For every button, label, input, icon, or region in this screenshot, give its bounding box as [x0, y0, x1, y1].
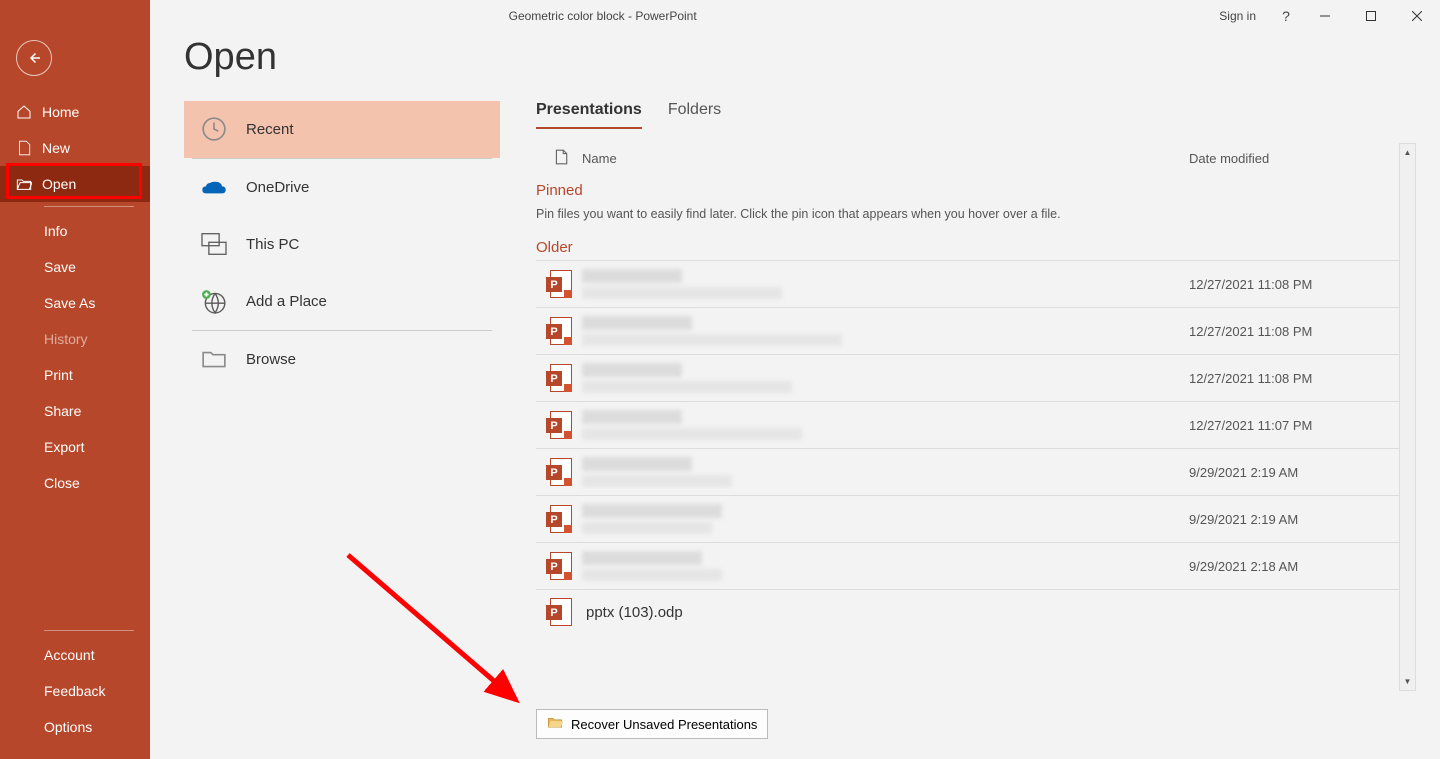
- vertical-scrollbar[interactable]: ▲ ▼: [1399, 143, 1416, 691]
- file-date: 12/27/2021 11:08 PM: [1189, 324, 1399, 339]
- open-icon: [16, 176, 32, 192]
- add-place-icon: [200, 287, 228, 315]
- file-list: Name Date modified Pinned Pin files you …: [536, 143, 1399, 691]
- tab-folders[interactable]: Folders: [668, 101, 721, 129]
- location-thispc-label: This PC: [246, 236, 299, 253]
- recover-unsaved-button[interactable]: Recover Unsaved Presentations: [536, 709, 768, 739]
- main-content: Open Recent OneDrive: [150, 0, 1440, 759]
- nav-home[interactable]: Home: [0, 94, 150, 130]
- onedrive-icon: [200, 173, 228, 201]
- file-date: 9/29/2021 2:19 AM: [1189, 465, 1399, 480]
- nav-open-label: Open: [42, 176, 76, 192]
- file-info: [582, 269, 1189, 299]
- divider: [44, 630, 134, 631]
- files-panel: Presentations Folders Name Date mo: [536, 101, 1416, 759]
- titlebar: Geometric color block - PowerPoint Sign …: [0, 0, 1440, 32]
- maximize-button[interactable]: [1348, 0, 1394, 32]
- close-button[interactable]: [1394, 0, 1440, 32]
- location-onedrive-label: OneDrive: [246, 179, 309, 196]
- nav-history: History: [0, 321, 150, 357]
- powerpoint-file-icon: P: [536, 552, 582, 580]
- column-date[interactable]: Date modified: [1189, 151, 1399, 166]
- file-icon-header: [554, 149, 568, 168]
- powerpoint-file-icon: P: [536, 505, 582, 533]
- section-pinned-hint: Pin files you want to easily find later.…: [536, 203, 1399, 235]
- divider: [44, 206, 134, 207]
- file-row[interactable]: P 12/27/2021 11:08 PM: [536, 307, 1399, 354]
- nav-export[interactable]: Export: [0, 429, 150, 465]
- page-title: Open: [184, 36, 1416, 79]
- nav-close[interactable]: Close: [0, 465, 150, 501]
- section-pinned: Pinned: [536, 178, 1399, 203]
- nav-account[interactable]: Account: [0, 637, 150, 673]
- file-name: pptx (103).odp: [582, 604, 1189, 621]
- new-icon: [16, 140, 32, 156]
- back-button[interactable]: [16, 40, 52, 76]
- file-row[interactable]: P pptx (103).odp: [536, 589, 1399, 634]
- location-recent[interactable]: Recent: [184, 101, 500, 158]
- powerpoint-file-icon: P: [536, 317, 582, 345]
- file-row[interactable]: P 12/27/2021 11:08 PM: [536, 354, 1399, 401]
- recover-unsaved-label: Recover Unsaved Presentations: [571, 717, 757, 732]
- this-pc-icon: [200, 230, 228, 258]
- home-icon: [16, 104, 32, 120]
- location-recent-label: Recent: [246, 121, 294, 138]
- location-add-place[interactable]: Add a Place: [184, 273, 500, 330]
- folder-open-icon: [547, 716, 563, 732]
- nav-home-label: Home: [42, 104, 79, 120]
- nav-options[interactable]: Options: [0, 709, 150, 745]
- powerpoint-file-icon: P: [536, 364, 582, 392]
- window-title: Geometric color block - PowerPoint: [0, 9, 1205, 23]
- file-row[interactable]: P 12/27/2021 11:07 PM: [536, 401, 1399, 448]
- file-list-header: Name Date modified: [536, 143, 1399, 178]
- file-info: [582, 504, 1189, 534]
- minimize-button[interactable]: [1302, 0, 1348, 32]
- sign-in-link[interactable]: Sign in: [1205, 9, 1270, 23]
- nav-save-as[interactable]: Save As: [0, 285, 150, 321]
- clock-icon: [200, 115, 228, 143]
- file-date: 9/29/2021 2:18 AM: [1189, 559, 1399, 574]
- nav-info[interactable]: Info: [0, 213, 150, 249]
- file-row[interactable]: P 9/29/2021 2:19 AM: [536, 448, 1399, 495]
- open-locations: Recent OneDrive This PC: [184, 101, 500, 759]
- tab-presentations[interactable]: Presentations: [536, 101, 642, 129]
- powerpoint-file-icon: P: [536, 458, 582, 486]
- location-onedrive[interactable]: OneDrive: [184, 159, 500, 216]
- section-older: Older: [536, 235, 1399, 260]
- location-browse-label: Browse: [246, 351, 296, 368]
- nav-feedback[interactable]: Feedback: [0, 673, 150, 709]
- powerpoint-file-icon: P: [536, 270, 582, 298]
- backstage-sidebar: Home New Open Info Save Save As History …: [0, 0, 150, 759]
- column-name[interactable]: Name: [582, 151, 617, 166]
- file-info: [582, 363, 1189, 393]
- powerpoint-file-icon: P: [536, 598, 582, 626]
- scroll-up-icon[interactable]: ▲: [1400, 144, 1415, 161]
- help-icon[interactable]: ?: [1270, 8, 1302, 24]
- location-add-place-label: Add a Place: [246, 293, 327, 310]
- nav-share[interactable]: Share: [0, 393, 150, 429]
- files-tabs: Presentations Folders: [536, 101, 1416, 129]
- file-row[interactable]: P 9/29/2021 2:18 AM: [536, 542, 1399, 589]
- file-info: [582, 410, 1189, 440]
- powerpoint-file-icon: P: [536, 411, 582, 439]
- file-info: [582, 551, 1189, 581]
- file-date: 12/27/2021 11:08 PM: [1189, 277, 1399, 292]
- nav-save[interactable]: Save: [0, 249, 150, 285]
- folder-icon: [200, 345, 228, 373]
- file-date: 12/27/2021 11:08 PM: [1189, 371, 1399, 386]
- file-row[interactable]: P 12/27/2021 11:08 PM: [536, 260, 1399, 307]
- file-date: 12/27/2021 11:07 PM: [1189, 418, 1399, 433]
- scroll-down-icon[interactable]: ▼: [1400, 673, 1415, 690]
- nav-print[interactable]: Print: [0, 357, 150, 393]
- file-info: [582, 316, 1189, 346]
- file-row[interactable]: P 9/29/2021 2:19 AM: [536, 495, 1399, 542]
- file-info: [582, 457, 1189, 487]
- nav-new-label: New: [42, 140, 70, 156]
- file-date: 9/29/2021 2:19 AM: [1189, 512, 1399, 527]
- nav-new[interactable]: New: [0, 130, 150, 166]
- location-browse[interactable]: Browse: [184, 331, 500, 388]
- nav-open[interactable]: Open: [0, 166, 150, 202]
- location-thispc[interactable]: This PC: [184, 216, 500, 273]
